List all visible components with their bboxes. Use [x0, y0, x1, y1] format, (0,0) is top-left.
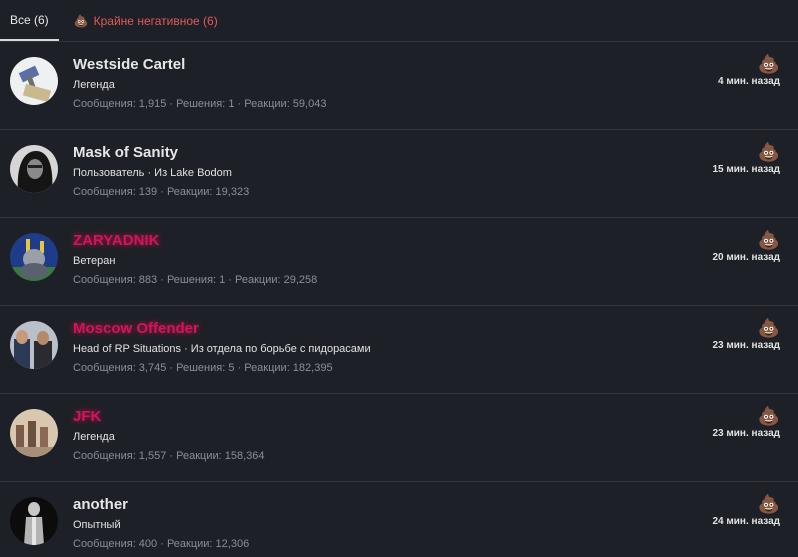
user-title: Ветеран [73, 255, 116, 267]
poo-emoji-icon: 💩 [757, 54, 780, 74]
user-stats: Сообщения: 1,915 · Решения: 1 · Реакции:… [73, 98, 327, 110]
user-name[interactable]: Mask of Sanity [73, 144, 178, 161]
tab-all-label: Все (6) [10, 13, 49, 27]
list-item: JFK Легенда Сообщения: 1,557 · Реакции: … [0, 394, 798, 482]
user-stats: Сообщения: 883 · Решения: 1 · Реакции: 2… [73, 274, 318, 286]
poo-emoji-icon: 💩 [757, 406, 780, 426]
avatar[interactable] [10, 145, 58, 193]
user-name[interactable]: Westside Cartel [73, 56, 185, 73]
user-name[interactable]: another [73, 496, 128, 513]
tab-extremely-negative[interactable]: 💩 Крайне негативное (6) [64, 0, 228, 41]
reaction-time[interactable]: 23 мин. назад [712, 428, 780, 439]
avatar[interactable] [10, 233, 58, 281]
user-stats: Сообщения: 1,557 · Реакции: 158,364 [73, 450, 265, 462]
list-item: Mask of Sanity Пользователь · Из Lake Bo… [0, 130, 798, 218]
user-stats: Сообщения: 139 · Реакции: 19,323 [73, 186, 250, 198]
user-stats: Сообщения: 400 · Реакции: 12,306 [73, 538, 250, 550]
list-item: ZARYADNIK Ветеран Сообщения: 883 · Решен… [0, 218, 798, 306]
list-item: another Опытный Сообщения: 400 · Реакции… [0, 482, 798, 557]
list-item: Westside Cartel Легенда Сообщения: 1,915… [0, 42, 798, 130]
user-title: Head of RP Situations · Из отдела по бор… [73, 343, 371, 355]
user-title: Пользователь · Из Lake Bodom [73, 167, 232, 179]
reaction-tabs: Все (6) 💩 Крайне негативное (6) [0, 0, 798, 42]
user-stats: Сообщения: 3,745 · Решения: 5 · Реакции:… [73, 362, 333, 374]
user-name[interactable]: JFK [73, 408, 101, 425]
avatar[interactable] [10, 57, 58, 105]
avatar[interactable] [10, 497, 58, 545]
user-title: Опытный [73, 519, 121, 531]
avatar[interactable] [10, 321, 58, 369]
tab-all[interactable]: Все (6) [0, 0, 59, 41]
user-title: Легенда [73, 79, 115, 91]
poo-emoji-icon: 💩 [757, 230, 780, 250]
user-name[interactable]: Moscow Offender [73, 320, 199, 337]
poo-emoji-icon: 💩 [757, 494, 780, 514]
tab-extremely-negative-label: Крайне негативное (6) [93, 13, 218, 28]
list-item: Moscow Offender Head of RP Situations · … [0, 306, 798, 394]
poo-emoji-icon: 💩 [757, 142, 780, 162]
poo-emoji-icon: 💩 [73, 13, 89, 28]
user-name[interactable]: ZARYADNIK [73, 232, 159, 249]
reaction-time[interactable]: 4 мин. назад [718, 76, 780, 87]
avatar[interactable] [10, 409, 58, 457]
user-title: Легенда [73, 431, 115, 443]
poo-emoji-icon: 💩 [757, 318, 780, 338]
reaction-time[interactable]: 23 мин. назад [712, 340, 780, 351]
reaction-time[interactable]: 24 мин. назад [712, 516, 780, 527]
reaction-time[interactable]: 15 мин. назад [712, 164, 780, 175]
reaction-time[interactable]: 20 мин. назад [712, 252, 780, 263]
